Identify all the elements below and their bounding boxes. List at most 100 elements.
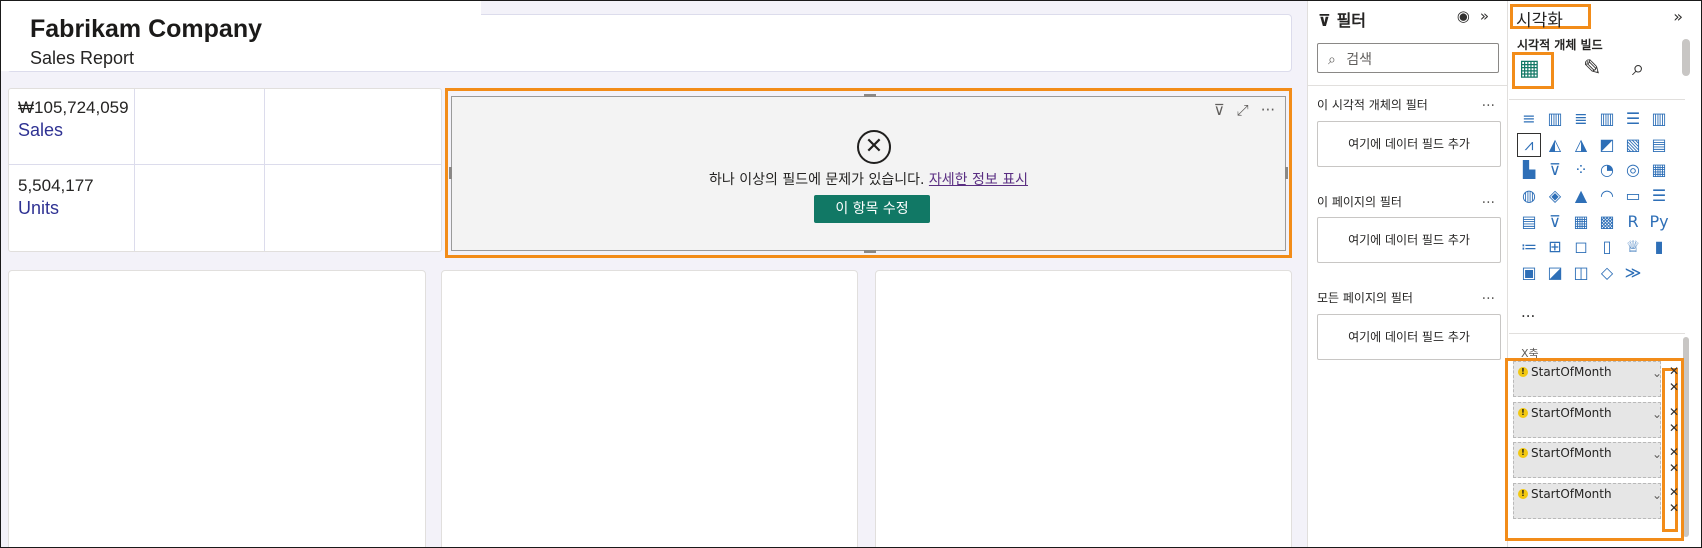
filter-icon[interactable]: ⊽: [1214, 101, 1225, 119]
eye-icon[interactable]: ◉: [1457, 7, 1480, 25]
empty-visual-1[interactable]: [8, 270, 426, 547]
add-field-well-visual[interactable]: 여기에 데이터 필드 추가: [1317, 121, 1501, 167]
key-influencers-icon[interactable]: ≔: [1518, 236, 1540, 258]
focus-mode-icon[interactable]: ⤢: [1237, 101, 1249, 119]
metrics-icon[interactable]: ◫: [1570, 262, 1592, 284]
area-chart-icon[interactable]: ◭: [1544, 134, 1566, 156]
filled-map-icon[interactable]: ◈: [1544, 185, 1566, 207]
remove-field-icon[interactable]: ✕: [1669, 380, 1679, 394]
power-automate-icon[interactable]: ◪: [1544, 262, 1566, 284]
scatter-icon[interactable]: ⁘: [1570, 159, 1592, 181]
empty-visual-2[interactable]: [441, 270, 858, 547]
resize-handle[interactable]: [1285, 167, 1288, 179]
clustered-column-icon[interactable]: ▥: [1596, 108, 1618, 130]
multirow-card-icon[interactable]: ☰: [1648, 185, 1670, 207]
map-icon[interactable]: ◍: [1518, 185, 1540, 207]
waterfall-icon[interactable]: ▙: [1518, 159, 1540, 181]
remove-field-icon[interactable]: ✕: [1669, 461, 1679, 475]
decomposition-tree-icon[interactable]: ⊞: [1544, 236, 1566, 258]
table-icon[interactable]: ▦: [1570, 211, 1592, 233]
remove-field-icon[interactable]: ✕: [1669, 445, 1679, 459]
filters-search-input[interactable]: ⌕ 검색: [1317, 43, 1499, 73]
donut-chart-icon[interactable]: ◎: [1622, 159, 1644, 181]
divider: [1509, 99, 1685, 100]
more-options-icon[interactable]: ...: [1482, 191, 1495, 207]
error-message: 하나 이상의 필드에 문제가 있습니다. 자세한 정보 표시: [452, 169, 1285, 189]
more-options-icon[interactable]: ···: [1261, 101, 1275, 119]
empty-visual-3[interactable]: [875, 270, 1292, 547]
kpi-cell-empty: [135, 165, 265, 251]
broken-visual[interactable]: ⊽ ⤢ ··· ✕ 하나 이상의 필드에 문제가 있습니다. 자세한 정보 표시…: [449, 94, 1288, 253]
filters-header: ⊽ 필터: [1318, 7, 1366, 31]
chevron-down-icon[interactable]: ⌄: [1652, 447, 1662, 461]
kpi-card[interactable]: ₩105,724,059 Sales 5,504,177 Units: [8, 88, 442, 252]
stacked-bar-icon[interactable]: ≡: [1518, 108, 1540, 130]
field-pill[interactable]: ! StartOfMonth ⌄: [1513, 442, 1662, 478]
stacked-column-icon[interactable]: ▥: [1544, 108, 1566, 130]
resize-handle[interactable]: [864, 250, 876, 253]
python-visual-icon[interactable]: Py: [1648, 211, 1670, 233]
kpi-value: ₩105,724,059: [18, 98, 129, 117]
line-column-icon[interactable]: ◩: [1596, 134, 1618, 156]
kpi-cell-empty: [135, 89, 265, 165]
smart-narrative-icon[interactable]: ▯: [1596, 236, 1618, 258]
field-pill[interactable]: ! StartOfMonth ⌄: [1513, 483, 1662, 519]
treemap-icon[interactable]: ▦: [1648, 159, 1670, 181]
paginated-report-icon[interactable]: ▮: [1648, 236, 1670, 258]
card-icon[interactable]: ▭: [1622, 185, 1644, 207]
more-options-icon[interactable]: ...: [1482, 94, 1495, 110]
error-visual-highlight[interactable]: ⊽ ⤢ ··· ✕ 하나 이상의 필드에 문제가 있습니다. 자세한 정보 표시…: [445, 88, 1292, 258]
chevron-down-icon[interactable]: ⌄: [1652, 488, 1662, 502]
100-bar-icon[interactable]: ☰: [1622, 108, 1644, 130]
field-name: StartOfMonth: [1531, 406, 1612, 420]
kpi-label: Sales: [18, 120, 64, 140]
stacked-area-icon[interactable]: ◮: [1570, 134, 1592, 156]
divider: [1308, 85, 1507, 86]
remove-field-icon[interactable]: ✕: [1669, 501, 1679, 515]
fix-this-button[interactable]: 이 항목 수정: [814, 195, 930, 223]
automate-icon[interactable]: ≫: [1622, 262, 1644, 284]
r-visual-icon[interactable]: R: [1622, 211, 1644, 233]
get-more-visuals[interactable]: ...: [1521, 303, 1535, 321]
clustered-bar-icon[interactable]: ≣: [1570, 108, 1592, 130]
remove-field-icon[interactable]: ✕: [1669, 405, 1679, 419]
funnel-icon[interactable]: ⊽: [1544, 159, 1566, 181]
chevron-down-icon[interactable]: ⌄: [1652, 366, 1662, 380]
field-pill[interactable]: ! StartOfMonth ⌄: [1513, 361, 1662, 397]
kpi-cell-units: 5,504,177 Units: [9, 165, 135, 251]
visual-type-gallery: ≡ ▥ ≣ ▥ ☰ ▥ ⩘ ◭ ◮ ◩ ▧ ▤ ▙ ⊽ ⁘ ◔ ◎ ▦ ◍ ◈ …: [1517, 108, 1673, 288]
line-chart-icon[interactable]: ⩘: [1517, 132, 1541, 157]
remove-field-icon[interactable]: ✕: [1669, 485, 1679, 499]
build-visual-tab-icon[interactable]: ▦: [1519, 56, 1540, 81]
more-options-icon[interactable]: ...: [1482, 287, 1495, 303]
chevron-down-icon[interactable]: ⌄: [1652, 407, 1662, 421]
add-field-well-page[interactable]: 여기에 데이터 필드 추가: [1317, 217, 1501, 263]
remove-field-icon[interactable]: ✕: [1669, 421, 1679, 435]
gauge-icon[interactable]: ◠: [1596, 185, 1618, 207]
field-pill[interactable]: ! StartOfMonth ⌄: [1513, 402, 1662, 438]
power-apps-diamond-icon[interactable]: ◇: [1596, 262, 1618, 284]
azure-map-icon[interactable]: ▲: [1570, 185, 1592, 207]
pie-chart-icon[interactable]: ◔: [1596, 159, 1618, 181]
qa-icon[interactable]: ◻: [1570, 236, 1592, 258]
resize-handle[interactable]: [864, 94, 876, 97]
collapse-chevron-icon[interactable]: »: [1673, 7, 1683, 26]
add-field-well-all[interactable]: 여기에 데이터 필드 추가: [1317, 314, 1501, 360]
format-visual-tab-icon[interactable]: ✎: [1583, 56, 1601, 81]
report-header: Fabrikam Company Sales Report: [1, 1, 481, 71]
see-details-link[interactable]: 자세한 정보 표시: [929, 172, 1028, 188]
scrollbar[interactable]: [1682, 39, 1690, 76]
kpi-icon[interactable]: ▤: [1518, 211, 1540, 233]
warning-icon: !: [1518, 448, 1528, 458]
power-apps-icon[interactable]: ▣: [1518, 262, 1540, 284]
slicer-icon[interactable]: ⊽: [1544, 211, 1566, 233]
goals-icon[interactable]: ♕: [1622, 236, 1644, 258]
100-column-icon[interactable]: ▥: [1648, 108, 1670, 130]
ribbon-chart-icon[interactable]: ▤: [1648, 134, 1670, 156]
funnel-icon: ⊽: [1318, 11, 1331, 30]
collapse-chevron-icon[interactable]: »: [1480, 7, 1499, 25]
line-clustered-icon[interactable]: ▧: [1622, 134, 1644, 156]
remove-field-icon[interactable]: ✕: [1669, 364, 1679, 378]
matrix-icon[interactable]: ▩: [1596, 211, 1618, 233]
analytics-tab-icon[interactable]: ⌕: [1632, 56, 1644, 81]
